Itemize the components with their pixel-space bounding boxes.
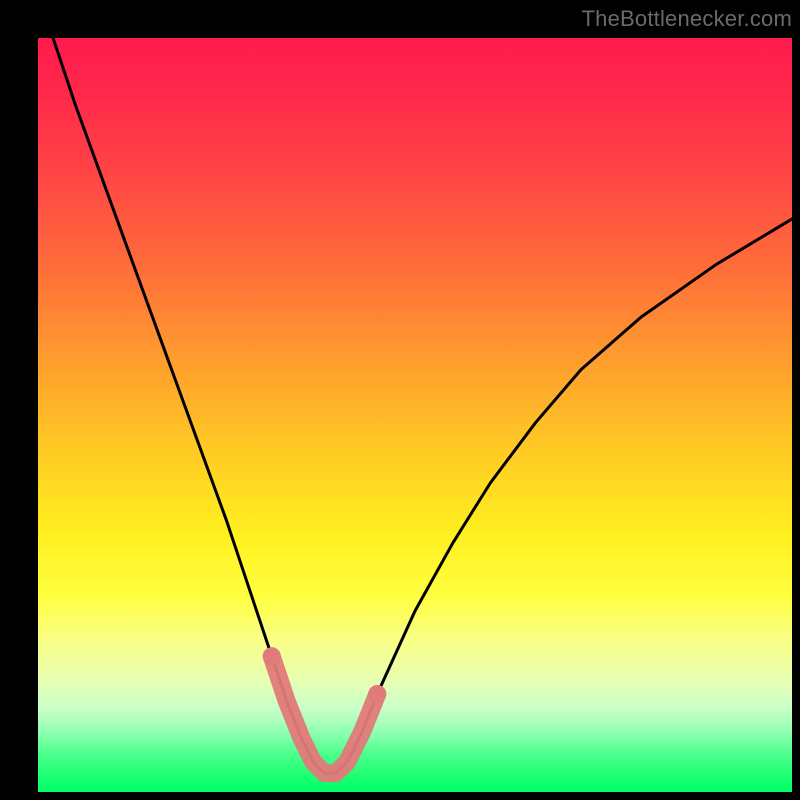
marker-dot: [368, 685, 386, 703]
plot-area: [38, 38, 792, 792]
chart-lines: [53, 38, 792, 773]
watermark-text: TheBottlenecker.com: [582, 6, 792, 32]
series-bottleneck-curve: [53, 38, 792, 773]
marker-dot: [263, 647, 281, 665]
chart-frame: TheBottlenecker.com: [0, 0, 800, 800]
chart-svg: [38, 38, 792, 792]
marker-highlighted-segment: [272, 656, 378, 773]
